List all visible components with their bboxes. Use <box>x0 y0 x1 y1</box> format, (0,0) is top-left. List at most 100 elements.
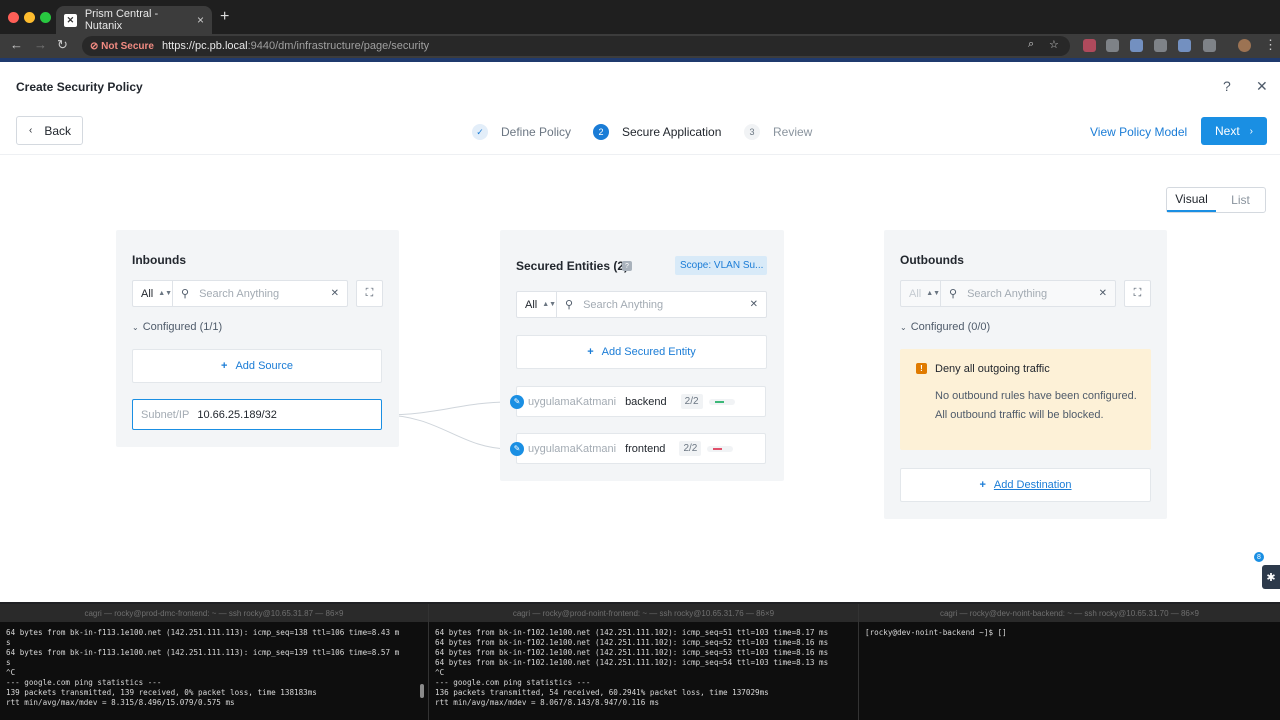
bookmark-star-icon[interactable]: ☆ <box>1049 38 1059 51</box>
zoom-icon[interactable]: ⌕ <box>1028 38 1034 51</box>
clear-search-icon[interactable]: ✕ <box>331 288 339 299</box>
terminal-title: cagri — rocky@dev-noint-backend: ~ — ssh… <box>859 604 1280 622</box>
url-field[interactable]: ⊘ Not Secure https://pc.pb.local:9440/dm… <box>82 36 1070 56</box>
terminal-scrollbar[interactable] <box>420 684 424 698</box>
sort-arrows-icon: ▲▼ <box>542 301 557 308</box>
browser-tab[interactable]: ✕ Prism Central - Nutanix × <box>56 6 212 34</box>
filter-value: All <box>909 287 922 300</box>
subnet-value: 10.66.25.189/32 <box>197 408 277 421</box>
notification-badge: 8 <box>1252 550 1266 564</box>
entity-count: 2/2 <box>679 441 702 456</box>
outbounds-title: Outbounds <box>900 253 964 267</box>
add-destination-button[interactable]: + Add Destination <box>900 468 1151 502</box>
chevron-down-icon: ⌄ <box>900 323 907 332</box>
translate-extension-icon[interactable] <box>1130 39 1143 52</box>
entity-category: uygulamaKatmani <box>528 395 617 408</box>
deny-warning-box: ! Deny all outgoing traffic No outbound … <box>900 349 1151 450</box>
add-secured-entity-button[interactable]: + Add Secured Entity <box>516 335 767 369</box>
secured-search-input[interactable]: Search Anything <box>583 299 750 311</box>
edit-pencil-icon[interactable]: ✎ <box>510 394 524 409</box>
browser-tab-bar: ✕ Prism Central - Nutanix × + <box>0 0 1280 34</box>
inbounds-configured-toggle[interactable]: ⌄ Configured (1/1) <box>132 321 222 333</box>
new-tab-button[interactable]: + <box>220 8 229 26</box>
app-content: Create Security Policy ? ✕ ‹ Back ✓ Defi… <box>0 62 1280 602</box>
address-bar: ← → ↻ ⊘ Not Secure https://pc.pb.local:9… <box>0 34 1280 58</box>
pocket-extension-icon[interactable] <box>1083 39 1096 52</box>
window-zoom-dot[interactable] <box>40 12 51 23</box>
source-subnet-item[interactable]: Subnet/IP 10.66.25.189/32 <box>132 399 382 430</box>
add-secured-entity-label: Add Secured Entity <box>601 346 696 358</box>
entity-category: uygulamaKatmani <box>528 442 617 455</box>
office-extension-icon[interactable] <box>1178 39 1191 52</box>
warning-body: No outbound rules have been configured. … <box>935 390 1137 421</box>
tab-close-icon[interactable]: × <box>197 13 204 27</box>
forward-arrow-icon[interactable]: → <box>34 37 47 52</box>
inbounds-search-input[interactable]: Search Anything <box>199 288 331 300</box>
add-source-button[interactable]: + Add Source <box>132 349 382 383</box>
search-icon: ⚲ <box>181 288 190 300</box>
entity-count: 2/2 <box>680 394 703 409</box>
terminal-window-1[interactable]: cagri — rocky@prod-dmc-frontend: ~ — ssh… <box>0 604 428 720</box>
terminal-output: [rocky@dev-noint-backend ~]$ [] <box>865 628 1007 637</box>
configured-label: Configured (1/1) <box>142 321 223 333</box>
entity-status-bar <box>708 398 735 405</box>
inbounds-filter-select[interactable]: All ▲▼ <box>133 281 173 306</box>
inbounds-search-bar: All ▲▼ ⚲ Search Anything ✕ <box>132 280 348 307</box>
connector-backend <box>381 401 511 416</box>
add-destination-label: Add Destination <box>993 479 1072 491</box>
warning-icon: ! <box>916 363 927 374</box>
entity-name: backend <box>625 395 667 408</box>
secured-entity-backend[interactable]: ✎ uygulamaKatmani backend 2/2 <box>510 386 766 417</box>
clear-search-icon[interactable]: ✕ <box>750 299 758 310</box>
search-icon: ⚲ <box>949 288 958 300</box>
outbounds-configured-toggle[interactable]: ⌄ Configured (0/0) <box>900 321 990 333</box>
clear-search-icon[interactable]: ✕ <box>1099 288 1107 299</box>
secured-filter-select[interactable]: All ▲▼ <box>517 292 557 317</box>
outbounds-filter-select[interactable]: All ▲▼ <box>901 281 941 306</box>
filter-value: All <box>141 287 154 300</box>
back-arrow-icon[interactable]: ← <box>10 37 23 52</box>
filter-value: All <box>525 298 538 311</box>
terminal-window-2[interactable]: cagri — rocky@prod-noint-frontend: ~ — s… <box>428 604 858 720</box>
extensions-puzzle-icon[interactable] <box>1203 39 1216 52</box>
nutanix-favicon-icon: ✕ <box>64 13 77 27</box>
secured-entity-frontend[interactable]: ✎ uygulamaKatmani frontend 2/2 <box>510 433 766 464</box>
info-icon[interactable]: ? <box>622 261 632 271</box>
terminal-title: cagri — rocky@prod-noint-frontend: ~ — s… <box>429 604 858 622</box>
secured-search-bar: All ▲▼ ⚲ Search Anything ✕ <box>516 291 767 318</box>
expand-icon[interactable]: ⛶ <box>356 280 383 307</box>
plus-icon: + <box>221 360 228 372</box>
search-icon: ⚲ <box>565 299 574 311</box>
browser-menu-icon[interactable]: ⋮ <box>1264 37 1277 53</box>
drive-extension-icon[interactable] <box>1154 39 1167 52</box>
warning-title: Deny all outgoing traffic <box>935 363 1050 375</box>
expand-icon[interactable]: ⛶ <box>1124 280 1151 307</box>
window-minimize-dot[interactable] <box>24 12 35 23</box>
edit-pencil-icon[interactable]: ✎ <box>510 441 524 456</box>
sort-arrows-icon: ▲▼ <box>926 290 941 297</box>
entity-name: frontend <box>625 442 666 455</box>
chevron-down-icon: ⌄ <box>132 323 139 332</box>
url-host: https://pc.pb.local <box>161 40 248 52</box>
window-close-dot[interactable] <box>8 12 19 23</box>
subnet-key: Subnet/IP <box>141 408 190 421</box>
reload-icon[interactable]: ↻ <box>57 37 68 53</box>
not-secure-badge[interactable]: ⊘ Not Secure <box>90 41 154 52</box>
outbounds-search-input[interactable]: Search Anything <box>967 288 1099 300</box>
terminal-title: cagri — rocky@prod-dmc-frontend: ~ — ssh… <box>0 604 428 622</box>
profile-avatar[interactable] <box>1238 39 1251 52</box>
url-path: :9440/dm/infrastructure/page/security <box>247 40 430 52</box>
plus-icon: + <box>587 346 594 358</box>
settings-gear-icon[interactable]: ✱ <box>1262 565 1280 589</box>
tab-title: Prism Central - Nutanix <box>84 8 159 32</box>
plus-icon: + <box>979 479 986 491</box>
scope-badge[interactable]: Scope: VLAN Su... <box>675 256 767 275</box>
secured-entities-title: Secured Entities (2) <box>516 259 629 273</box>
terminal-output: 64 bytes from bk-in-f113.1e100.net (142.… <box>6 628 400 707</box>
camera-extension-icon[interactable] <box>1106 39 1119 52</box>
sort-arrows-icon: ▲▼ <box>158 290 173 297</box>
configured-label: Configured (0/0) <box>910 321 991 333</box>
inbounds-title: Inbounds <box>132 253 186 267</box>
terminal-window-3[interactable]: cagri — rocky@dev-noint-backend: ~ — ssh… <box>858 604 1280 720</box>
add-source-label: Add Source <box>235 360 293 372</box>
